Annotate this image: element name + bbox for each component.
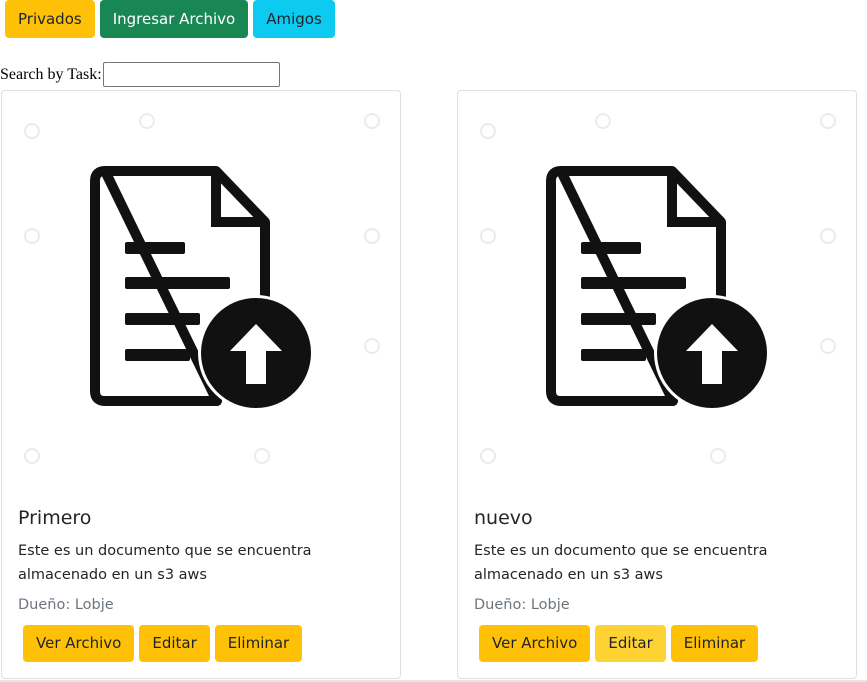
search-input[interactable]	[102, 62, 280, 87]
top-nav: Privados Ingresar Archivo Amigos	[5, 0, 340, 38]
card-title: Primero	[18, 507, 92, 529]
card-text: Este es un documento que se encuentra al…	[18, 543, 312, 583]
card-title: nuevo	[474, 507, 533, 529]
ver-archivo-button[interactable]: Ver Archivo	[479, 625, 591, 662]
amigos-button[interactable]: Amigos	[253, 0, 335, 38]
card-actions: Ver Archivo Editar Eliminar	[23, 625, 307, 662]
document-upload-icon	[480, 113, 836, 464]
card-actions: Ver Archivo Editar Eliminar	[479, 625, 763, 662]
editar-button[interactable]: Editar	[595, 625, 666, 662]
editar-button[interactable]: Editar	[139, 625, 210, 662]
ver-archivo-button[interactable]: Ver Archivo	[23, 625, 135, 662]
file-card: Primero Este es un documento que se encu…	[1, 90, 401, 679]
ingresar-archivo-button[interactable]: Ingresar Archivo	[99, 0, 249, 38]
document-upload-icon	[24, 113, 380, 464]
eliminar-button[interactable]: Eliminar	[214, 625, 303, 662]
eliminar-button[interactable]: Eliminar	[670, 625, 759, 662]
card-text: Este es un documento que se encuentra al…	[474, 543, 768, 583]
search-label: Search by Task:	[0, 65, 102, 83]
card-owner: Dueño: Lobje	[18, 597, 114, 613]
file-card: nuevo Este es un documento que se encuen…	[457, 90, 857, 679]
search-row: Search by Task:	[0, 62, 280, 87]
privados-button[interactable]: Privados	[5, 0, 95, 38]
card-owner: Dueño: Lobje	[474, 597, 570, 613]
